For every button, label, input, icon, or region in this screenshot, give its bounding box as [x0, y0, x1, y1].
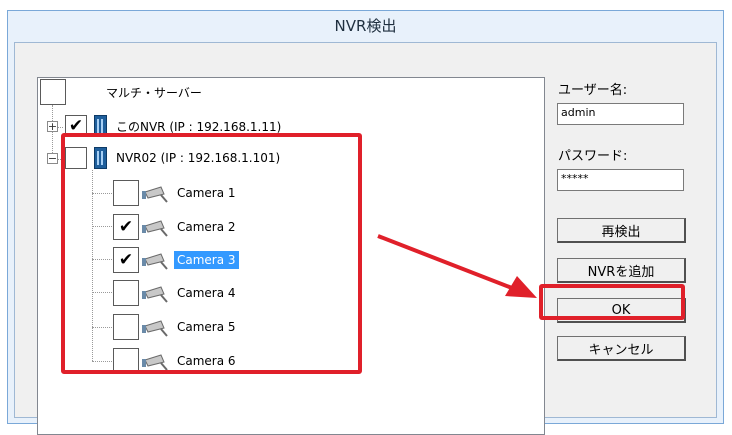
- ok-button-highlight: [539, 284, 685, 320]
- nvr-1-label: このNVR (IP : 192.168.1.11): [116, 119, 282, 134]
- username-field[interactable]: admin: [557, 103, 684, 125]
- tree-root-row[interactable]: マルチ・サーバー: [40, 78, 202, 106]
- password-label: パスワード:: [558, 149, 628, 164]
- window-title: NVR検出: [8, 11, 723, 42]
- password-field[interactable]: *****: [557, 169, 684, 191]
- rescan-button[interactable]: 再検出: [557, 218, 686, 243]
- camera-group-highlight: [61, 133, 362, 374]
- add-nvr-button[interactable]: NVRを追加: [557, 258, 686, 283]
- tree-root-label: マルチ・サーバー: [106, 85, 202, 100]
- username-label: ユーザー名:: [558, 83, 628, 98]
- collapse-minus-icon[interactable]: −: [47, 152, 58, 164]
- expand-plus-icon[interactable]: +: [47, 120, 58, 132]
- cancel-button[interactable]: キャンセル: [557, 336, 686, 361]
- root-checkbox[interactable]: [40, 79, 66, 105]
